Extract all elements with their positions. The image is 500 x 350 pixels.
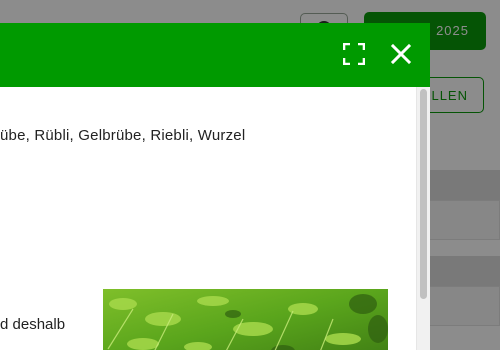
modal-header [0,23,430,87]
close-icon[interactable] [390,43,412,65]
carrot-plants-image [103,289,388,350]
fullscreen-icon[interactable] [343,43,365,65]
scrollbar-thumb[interactable] [420,89,427,299]
detail-modal: übe, Rübli, Gelbrübe, Riebli, Wurzel d d… [0,23,430,350]
modal-scrollbar[interactable] [416,87,430,350]
description-text: d deshalb [0,316,66,333]
synonyms-text: übe, Rübli, Gelbrübe, Riebli, Wurzel [0,127,246,144]
modal-body: übe, Rübli, Gelbrübe, Riebli, Wurzel d d… [0,87,416,350]
